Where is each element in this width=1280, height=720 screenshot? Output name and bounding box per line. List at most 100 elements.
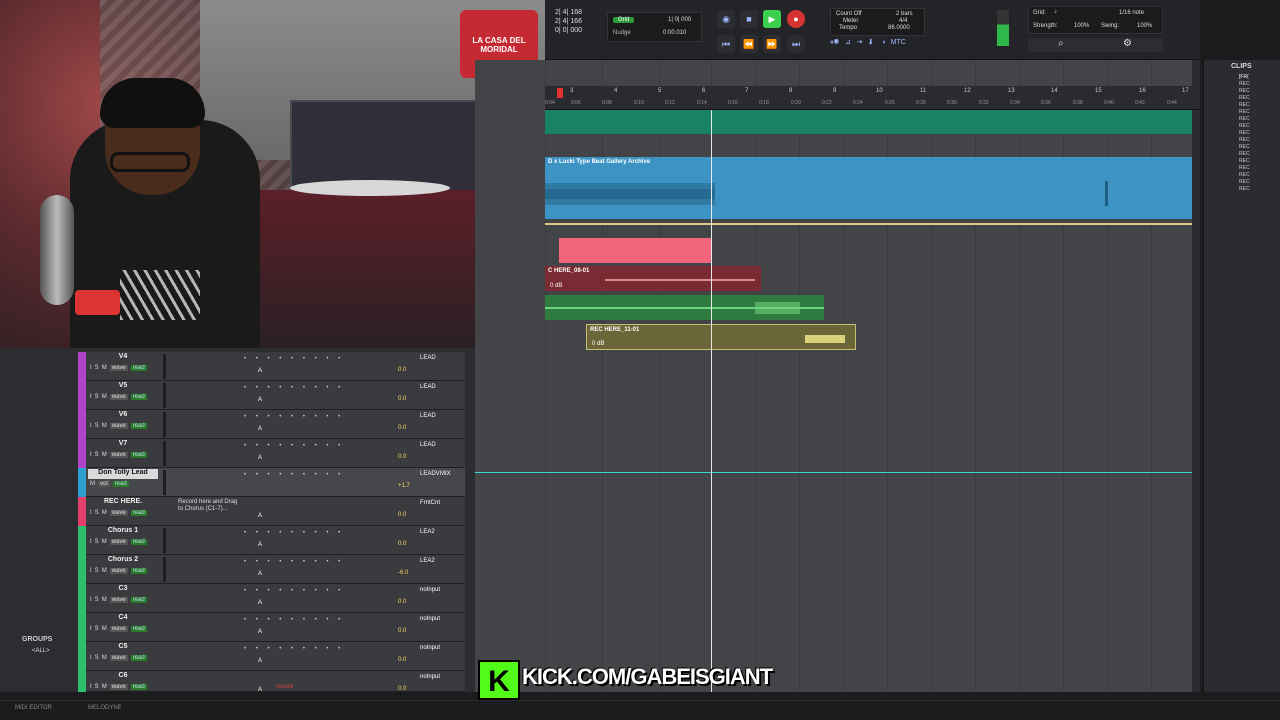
track-buttons[interactable]: I S Mwave read: [90, 626, 150, 632]
track-output[interactable]: LEAD: [420, 355, 436, 361]
send-slot[interactable]: A: [258, 426, 262, 432]
clip-list-item[interactable]: REC: [1239, 172, 1250, 178]
send-slot[interactable]: A: [258, 687, 262, 693]
sync-icon[interactable]: ◐: [882, 39, 886, 46]
track-volume[interactable]: 0.0: [398, 541, 406, 547]
mute-button[interactable]: M: [102, 539, 107, 545]
track-volume[interactable]: 0.0: [398, 425, 406, 431]
beat-clip[interactable]: D x Lucki Type Beat Gallery Archive: [545, 157, 1192, 219]
solo-button[interactable]: S: [95, 452, 99, 458]
clip-list-item[interactable]: REC: [1239, 144, 1250, 150]
automation-mode[interactable]: read: [130, 568, 147, 574]
automation-mode[interactable]: read: [130, 597, 147, 603]
track-row[interactable]: V6 I S Mwave read • • • • • • • • • A LEAD …: [78, 410, 465, 439]
send-slot[interactable]: A: [258, 368, 262, 374]
rec-clip-selected[interactable]: [559, 238, 711, 263]
view-selector[interactable]: wave: [109, 423, 128, 429]
track-volume[interactable]: 0.0: [398, 657, 406, 663]
view-selector[interactable]: wave: [109, 568, 128, 574]
send-slot[interactable]: A: [258, 658, 262, 664]
mute-button[interactable]: M: [90, 481, 95, 487]
clips-list[interactable]: CLIPS [FR( REC REC REC REC REC REC REC R…: [1203, 60, 1280, 692]
input-monitor-button[interactable]: I: [90, 394, 92, 400]
stop-button[interactable]: ■: [740, 10, 758, 28]
grid-toggle[interactable]: Grid: [613, 17, 635, 23]
fast-forward-button[interactable]: ⏩: [763, 35, 781, 53]
count-off-panel[interactable]: Count Off 2 bars Meter 4/4 Tempo 86.0000: [830, 8, 925, 36]
clip-list-item[interactable]: REC: [1239, 116, 1250, 122]
track-output[interactable]: noInput: [420, 587, 440, 593]
input-monitor-button[interactable]: I: [90, 626, 92, 632]
clip-list-item[interactable]: REC: [1239, 81, 1250, 87]
send-slot[interactable]: A: [258, 397, 262, 403]
clip-list-item[interactable]: REC: [1239, 158, 1250, 164]
mute-button[interactable]: M: [102, 423, 107, 429]
solo-button[interactable]: S: [95, 539, 99, 545]
track-buttons[interactable]: I S Mwave read: [90, 452, 150, 458]
meter-value[interactable]: 4/4: [899, 18, 907, 24]
clip-list-item[interactable]: REC: [1239, 179, 1250, 185]
solo-button[interactable]: S: [95, 423, 99, 429]
mute-button[interactable]: M: [102, 452, 107, 458]
track-buttons[interactable]: I S Mwave read: [90, 365, 150, 371]
clip-list-item[interactable]: [FR(: [1239, 74, 1249, 80]
track-name[interactable]: V7: [88, 440, 158, 450]
mute-button[interactable]: M: [102, 510, 107, 516]
tab-melodyne[interactable]: MELODYNE: [88, 705, 122, 711]
solo-button[interactable]: S: [95, 684, 99, 690]
clip-list-item[interactable]: REC: [1239, 109, 1250, 115]
input-monitor-button[interactable]: I: [90, 597, 92, 603]
clip-list-item[interactable]: REC: [1239, 95, 1250, 101]
input-monitor-button[interactable]: I: [90, 568, 92, 574]
track-buttons[interactable]: I S Mwave read: [90, 597, 150, 603]
send-slot[interactable]: A: [258, 542, 262, 548]
automation-mode[interactable]: read: [130, 452, 147, 458]
track-row[interactable]: C6 I S Mwave read A noInput 0.0 record: [78, 671, 465, 693]
insert-slots[interactable]: • • • • • • • • •: [244, 472, 344, 478]
track-row[interactable]: V5 I S Mwave read • • • • • • • • • A LEAD …: [78, 381, 465, 410]
track-row[interactable]: REC HERE. I S Mwave read Record here and Dr…: [78, 497, 465, 526]
automation-mode[interactable]: read: [130, 365, 147, 371]
tempo-value[interactable]: 86.0000: [888, 25, 910, 31]
send-slot[interactable]: A: [258, 600, 262, 606]
insert-slots[interactable]: • • • • • • • • •: [244, 356, 344, 362]
track-output[interactable]: LEAD: [420, 442, 436, 448]
clip-list-item[interactable]: REC: [1239, 137, 1250, 143]
clip-list-item[interactable]: REC: [1239, 186, 1250, 192]
track-name[interactable]: V4: [88, 353, 158, 363]
solo-button[interactable]: S: [95, 568, 99, 574]
track-name[interactable]: Chorus 2: [88, 556, 158, 566]
rewind-button[interactable]: ⏪: [740, 35, 758, 53]
track-volume[interactable]: 0.0: [398, 628, 406, 634]
track-row[interactable]: C4 I S Mwave read • • • • • • • • • A noInp…: [78, 613, 465, 642]
clip-list-item[interactable]: REC: [1239, 130, 1250, 136]
clip-list-item[interactable]: REC: [1239, 102, 1250, 108]
clip-list-item[interactable]: REC: [1239, 123, 1250, 129]
insert-slots[interactable]: • • • • • • • • •: [244, 385, 344, 391]
mute-button[interactable]: M: [102, 568, 107, 574]
track-row[interactable]: Chorus 1 I S Mwave read • • • • • • • • • A…: [78, 526, 465, 555]
nudge-value[interactable]: 0:00.010: [663, 30, 686, 36]
track-volume[interactable]: 0.0: [398, 454, 406, 460]
view-selector[interactable]: wave: [109, 626, 128, 632]
automation-mode[interactable]: read: [130, 423, 147, 429]
input-monitor-button[interactable]: I: [90, 423, 92, 429]
insert-slots[interactable]: • • • • • • • • •: [244, 443, 344, 449]
track-volume[interactable]: 0.0: [398, 396, 406, 402]
track-buttons[interactable]: I S Mwave read: [90, 394, 150, 400]
mute-button[interactable]: M: [102, 655, 107, 661]
clip-list-item[interactable]: REC: [1239, 165, 1250, 171]
track-name[interactable]: V5: [88, 382, 158, 392]
track-output[interactable]: LEA2: [420, 529, 435, 535]
automation-mode[interactable]: read: [112, 481, 129, 487]
grid-panel-value[interactable]: 1/16 note: [1119, 10, 1144, 16]
track-buttons[interactable]: I S Mwave read: [90, 568, 150, 574]
track-output[interactable]: noInput: [420, 645, 440, 651]
track-buttons[interactable]: I S Mwave read: [90, 423, 150, 429]
rec-clip-11[interactable]: REC HERE_11-01 0 dB: [586, 324, 856, 350]
insert-slots[interactable]: • • • • • • • • •: [244, 559, 344, 565]
view-selector[interactable]: wave: [109, 655, 128, 661]
swing-value[interactable]: 100%: [1137, 23, 1152, 29]
play-button[interactable]: ▶: [763, 10, 781, 28]
automation-mode[interactable]: read: [130, 510, 147, 516]
